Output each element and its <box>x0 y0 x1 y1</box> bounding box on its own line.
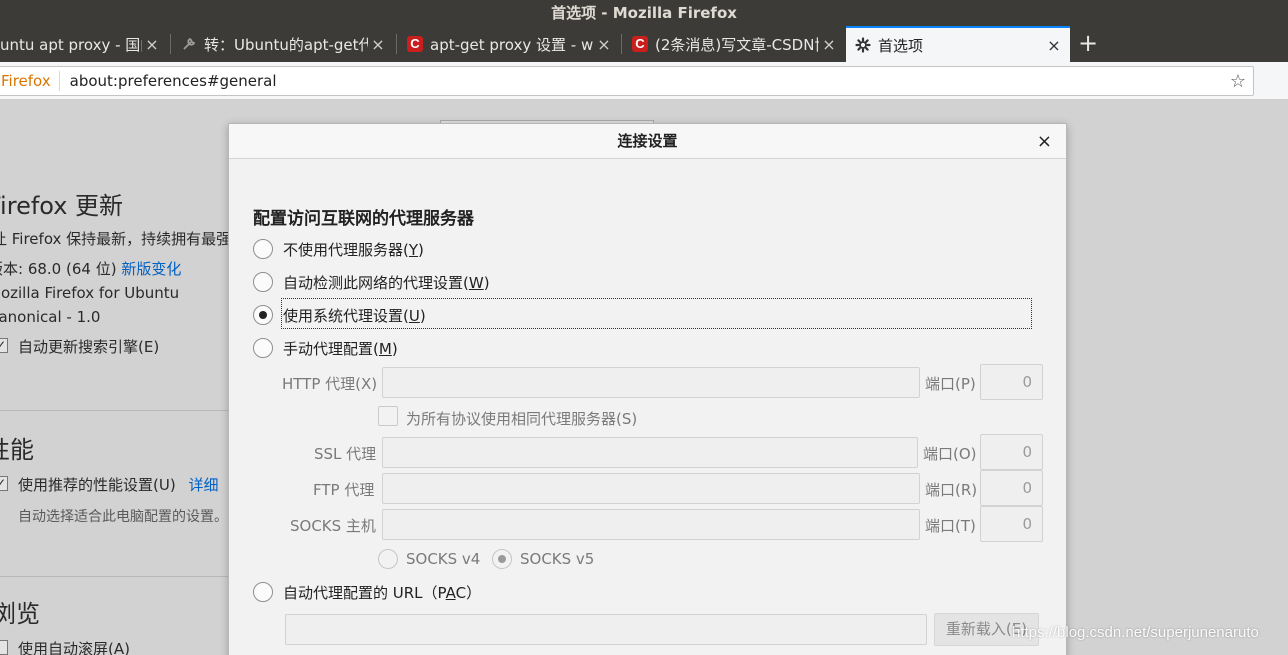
ftp-proxy-label: FTP 代理 <box>313 481 375 499</box>
identity-label[interactable]: Firefox <box>0 71 60 91</box>
ssl-port-label: 端口(O) <box>923 445 977 463</box>
recommended-perf-checkbox[interactable]: ✓ <box>0 476 8 491</box>
http-proxy-label: HTTP 代理(X) <box>282 375 378 393</box>
option-label: 手动代理配置(M) <box>283 339 398 358</box>
recommended-perf-text: 使用推荐的性能设置(U) <box>18 476 176 494</box>
tab-title: apt-get proxy 设置 - wils <box>430 35 594 54</box>
tab-title: 转：Ubuntu的apt-get代 <box>204 35 368 54</box>
dialog-body: 配置访问互联网的代理服务器 不使用代理服务器(Y) 自动检测此网络的代理设置(W… <box>229 160 1066 655</box>
tab-csdn-write[interactable]: C (2条消息)写文章-CSDN博 × <box>623 26 845 62</box>
url-input[interactable]: about:preferences#general <box>60 72 1223 90</box>
socks-v4-label: SOCKS v4 <box>406 550 481 568</box>
build-vendor: Canonical - 1.0 <box>0 308 101 326</box>
socks-port-label: 端口(T) <box>925 517 976 535</box>
share-proxy-label: 为所有协议使用相同代理服务器(S) <box>406 410 638 428</box>
browsing-heading: 浏览 <box>0 600 40 628</box>
radio-pac[interactable] <box>253 582 273 602</box>
tab-apt-get-proxy[interactable]: C apt-get proxy 设置 - wils × <box>398 26 620 62</box>
radio-system-proxy[interactable] <box>253 305 273 325</box>
close-icon[interactable]: × <box>1044 36 1064 55</box>
performance-heading: 性能 <box>0 436 34 464</box>
recommended-perf-label: 使用推荐的性能设置(U) 详细 <box>18 474 218 495</box>
option-system-proxy[interactable]: 使用系统代理设置(U) <box>253 303 426 327</box>
tool-icon <box>180 35 198 53</box>
option-pac[interactable]: 自动代理配置的 URL（PAC） <box>253 580 481 604</box>
ftp-port-input[interactable]: 0 <box>980 470 1043 506</box>
build-name: Mozilla Firefox for Ubuntu <box>0 284 180 302</box>
tab-title: (2条消息)写文章-CSDN博 <box>655 35 819 54</box>
socks-port-input[interactable]: 0 <box>980 506 1043 542</box>
auto-scroll-label: 使用自动滚屏(A) <box>18 640 130 655</box>
close-icon[interactable]: × <box>368 35 388 54</box>
connection-settings-dialog: 连接设置 × 配置访问互联网的代理服务器 不使用代理服务器(Y) 自动检测此网络… <box>228 123 1067 655</box>
dialog-header: 连接设置 × <box>229 124 1066 159</box>
auto-update-search-label: 自动更新搜索引擎(E) <box>18 338 160 356</box>
socks-v5-label: SOCKS v5 <box>520 550 595 568</box>
tab-ubuntu-apt-get[interactable]: 转：Ubuntu的apt-get代 × <box>172 26 394 62</box>
csdn-icon: C <box>631 35 649 53</box>
tab-title: 首选项 <box>878 36 924 55</box>
version-label: 版本: 68.0 (64 位) 新版变化 <box>0 258 181 279</box>
watermark: https://blog.csdn.net/superjunenaruto <box>1012 624 1259 641</box>
radio-manual[interactable] <box>253 338 273 358</box>
tab-preferences[interactable]: 首选项 × <box>846 26 1070 62</box>
update-heading: Firefox 更新 <box>0 192 124 220</box>
http-port-input[interactable]: 0 <box>980 364 1043 400</box>
new-tab-button[interactable]: + <box>1074 26 1102 62</box>
dialog-title: 连接设置 <box>617 132 678 150</box>
perf-more-link[interactable]: 详细 <box>188 476 218 494</box>
tab-apt-proxy[interactable]: untu apt proxy - 国内 × <box>0 26 168 62</box>
bookmark-star-icon[interactable]: ☆ <box>1223 71 1253 92</box>
divider <box>0 576 228 577</box>
url-bar[interactable]: Firefox about:preferences#general ☆ <box>0 66 1254 96</box>
option-no-proxy[interactable]: 不使用代理服务器(Y) <box>253 237 424 261</box>
radio-no-proxy[interactable] <box>253 239 273 259</box>
section-title: 配置访问互联网的代理服务器 <box>253 209 474 229</box>
socks-host-input[interactable] <box>382 509 920 540</box>
tab-separator <box>396 34 397 54</box>
close-icon[interactable]: × <box>142 35 162 54</box>
gear-icon <box>854 36 872 54</box>
update-description: 让 Firefox 保持最新，持续拥有最强 <box>0 230 232 248</box>
csdn-icon: C <box>406 35 424 53</box>
close-icon[interactable]: × <box>1037 124 1052 159</box>
ftp-port-label: 端口(R) <box>925 481 978 499</box>
radio-socks-v4[interactable] <box>378 549 398 569</box>
whats-new-link[interactable]: 新版变化 <box>121 260 181 278</box>
version-text: 版本: 68.0 (64 位) <box>0 260 117 278</box>
ssl-proxy-input[interactable] <box>382 437 918 468</box>
close-icon[interactable]: × <box>594 35 614 54</box>
http-port-label: 端口(P) <box>925 375 976 393</box>
navigation-bar: Firefox about:preferences#general ☆ <box>0 62 1288 100</box>
option-label: 自动检测此网络的代理设置(W) <box>283 273 490 292</box>
socks-v5-option[interactable]: SOCKS v5 <box>492 549 594 569</box>
ftp-proxy-input[interactable] <box>382 473 920 504</box>
option-label: 不使用代理服务器(Y) <box>283 240 424 259</box>
ssl-port-input[interactable]: 0 <box>980 434 1043 470</box>
ssl-proxy-label: SSL 代理 <box>314 445 377 463</box>
share-proxy-checkbox[interactable] <box>378 406 398 426</box>
close-icon[interactable]: × <box>819 35 839 54</box>
socks-v4-option[interactable]: SOCKS v4 <box>378 549 480 569</box>
option-manual[interactable]: 手动代理配置(M) <box>253 336 398 360</box>
tab-separator <box>621 34 622 54</box>
divider <box>0 410 228 411</box>
radio-socks-v5[interactable] <box>492 549 512 569</box>
option-label: 自动代理配置的 URL（PAC） <box>283 583 482 602</box>
radio-auto-detect[interactable] <box>253 272 273 292</box>
auto-scroll-checkbox[interactable] <box>0 640 8 655</box>
pac-url-input[interactable] <box>285 614 927 645</box>
window-title: 首选项 - Mozilla Firefox <box>0 0 1288 26</box>
tab-title: untu apt proxy - 国内 <box>0 35 142 54</box>
option-label: 使用系统代理设置(U) <box>283 306 426 325</box>
socks-host-label: SOCKS 主机 <box>290 517 376 535</box>
tab-separator <box>170 34 171 54</box>
option-auto-detect[interactable]: 自动检测此网络的代理设置(W) <box>253 270 490 294</box>
http-proxy-input[interactable] <box>382 367 920 398</box>
perf-description: 自动选择适合此电脑配置的设置。 <box>18 509 228 525</box>
auto-update-search-checkbox[interactable]: ✓ <box>0 338 8 353</box>
